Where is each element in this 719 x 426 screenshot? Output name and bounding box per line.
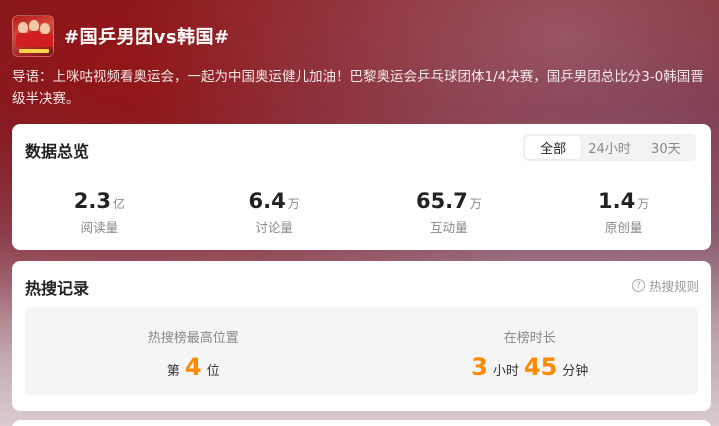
hours-unit: 小时 [492,364,519,379]
stat-label: 讨论量 [255,220,293,235]
tab-24h[interactable]: 24小时 [581,136,637,159]
stat-value: 6.4 [248,189,286,213]
time-range-tabs: 全部 24小时 30天 [523,134,696,161]
stat-discussions: 6.4 万 讨论量 [187,188,362,236]
peak-value: 4 [184,353,202,381]
stat-label: 阅读量 [80,220,119,235]
hot-search-title: 热搜记录 [25,279,90,298]
stat-value: 65.7 [415,189,468,213]
team-photo-icon [12,15,54,57]
stat-unit: 万 [469,197,482,211]
peak-suffix: 位 [206,364,220,379]
hot-search-rule-link[interactable]: ? 热搜规则 [631,276,699,295]
next-card-edge [12,420,711,426]
hot-search-card: 热搜记录 ? 热搜规则 热搜榜最高位置 第 4 位 在榜时长 3 小时 45 分… [12,261,711,411]
stats-row: 2.3 亿 阅读量 6.4 万 讨论量 65.7 万 互动量 1.4 万 原创量 [12,188,711,236]
peak-prefix: 第 [166,364,180,379]
hot-search-panel: 热搜榜最高位置 第 4 位 在榜时长 3 小时 45 分钟 [25,307,698,395]
rule-label: 热搜规则 [648,279,699,294]
stat-label: 互动量 [430,220,468,235]
minutes-unit: 分钟 [562,364,589,379]
duration-minutes: 45 [523,353,558,381]
stat-originals: 1.4 万 原创量 [536,188,711,236]
stat-unit: 万 [287,197,300,211]
duration-label: 在榜时长 [503,331,556,346]
peak-position: 热搜榜最高位置 第 4 位 [25,307,362,395]
topic-intro: 导语：上咪咕视频看奥运会，一起为中国奥运健儿加油！巴黎奥运会乒乓球团体1/4决赛… [12,69,704,107]
peak-label: 热搜榜最高位置 [147,331,239,346]
stat-unit: 万 [637,197,650,211]
duration-hours: 3 [471,353,488,381]
tab-30d[interactable]: 30天 [638,136,694,159]
stat-value: 2.3 [73,189,111,213]
stat-label: 原创量 [604,220,643,235]
stat-value: 1.4 [598,189,636,213]
tab-all[interactable]: 全部 [525,136,582,159]
overview-title: 数据总览 [25,142,90,161]
topic-title: #国乒男团vs韩国# [64,27,230,48]
data-overview-card: 数据总览 全部 24小时 30天 2.3 亿 阅读量 6.4 万 讨论量 65.7 万… [12,124,711,250]
topic-header: #国乒男团vs韩国# [12,14,230,58]
on-list-duration: 在榜时长 3 小时 45 分钟 [362,307,699,395]
question-circle-icon: ? [631,279,645,292]
stat-reads: 2.3 亿 阅读量 [12,188,187,236]
stat-unit: 亿 [112,197,125,211]
stat-interactions: 65.7 万 互动量 [362,188,537,236]
